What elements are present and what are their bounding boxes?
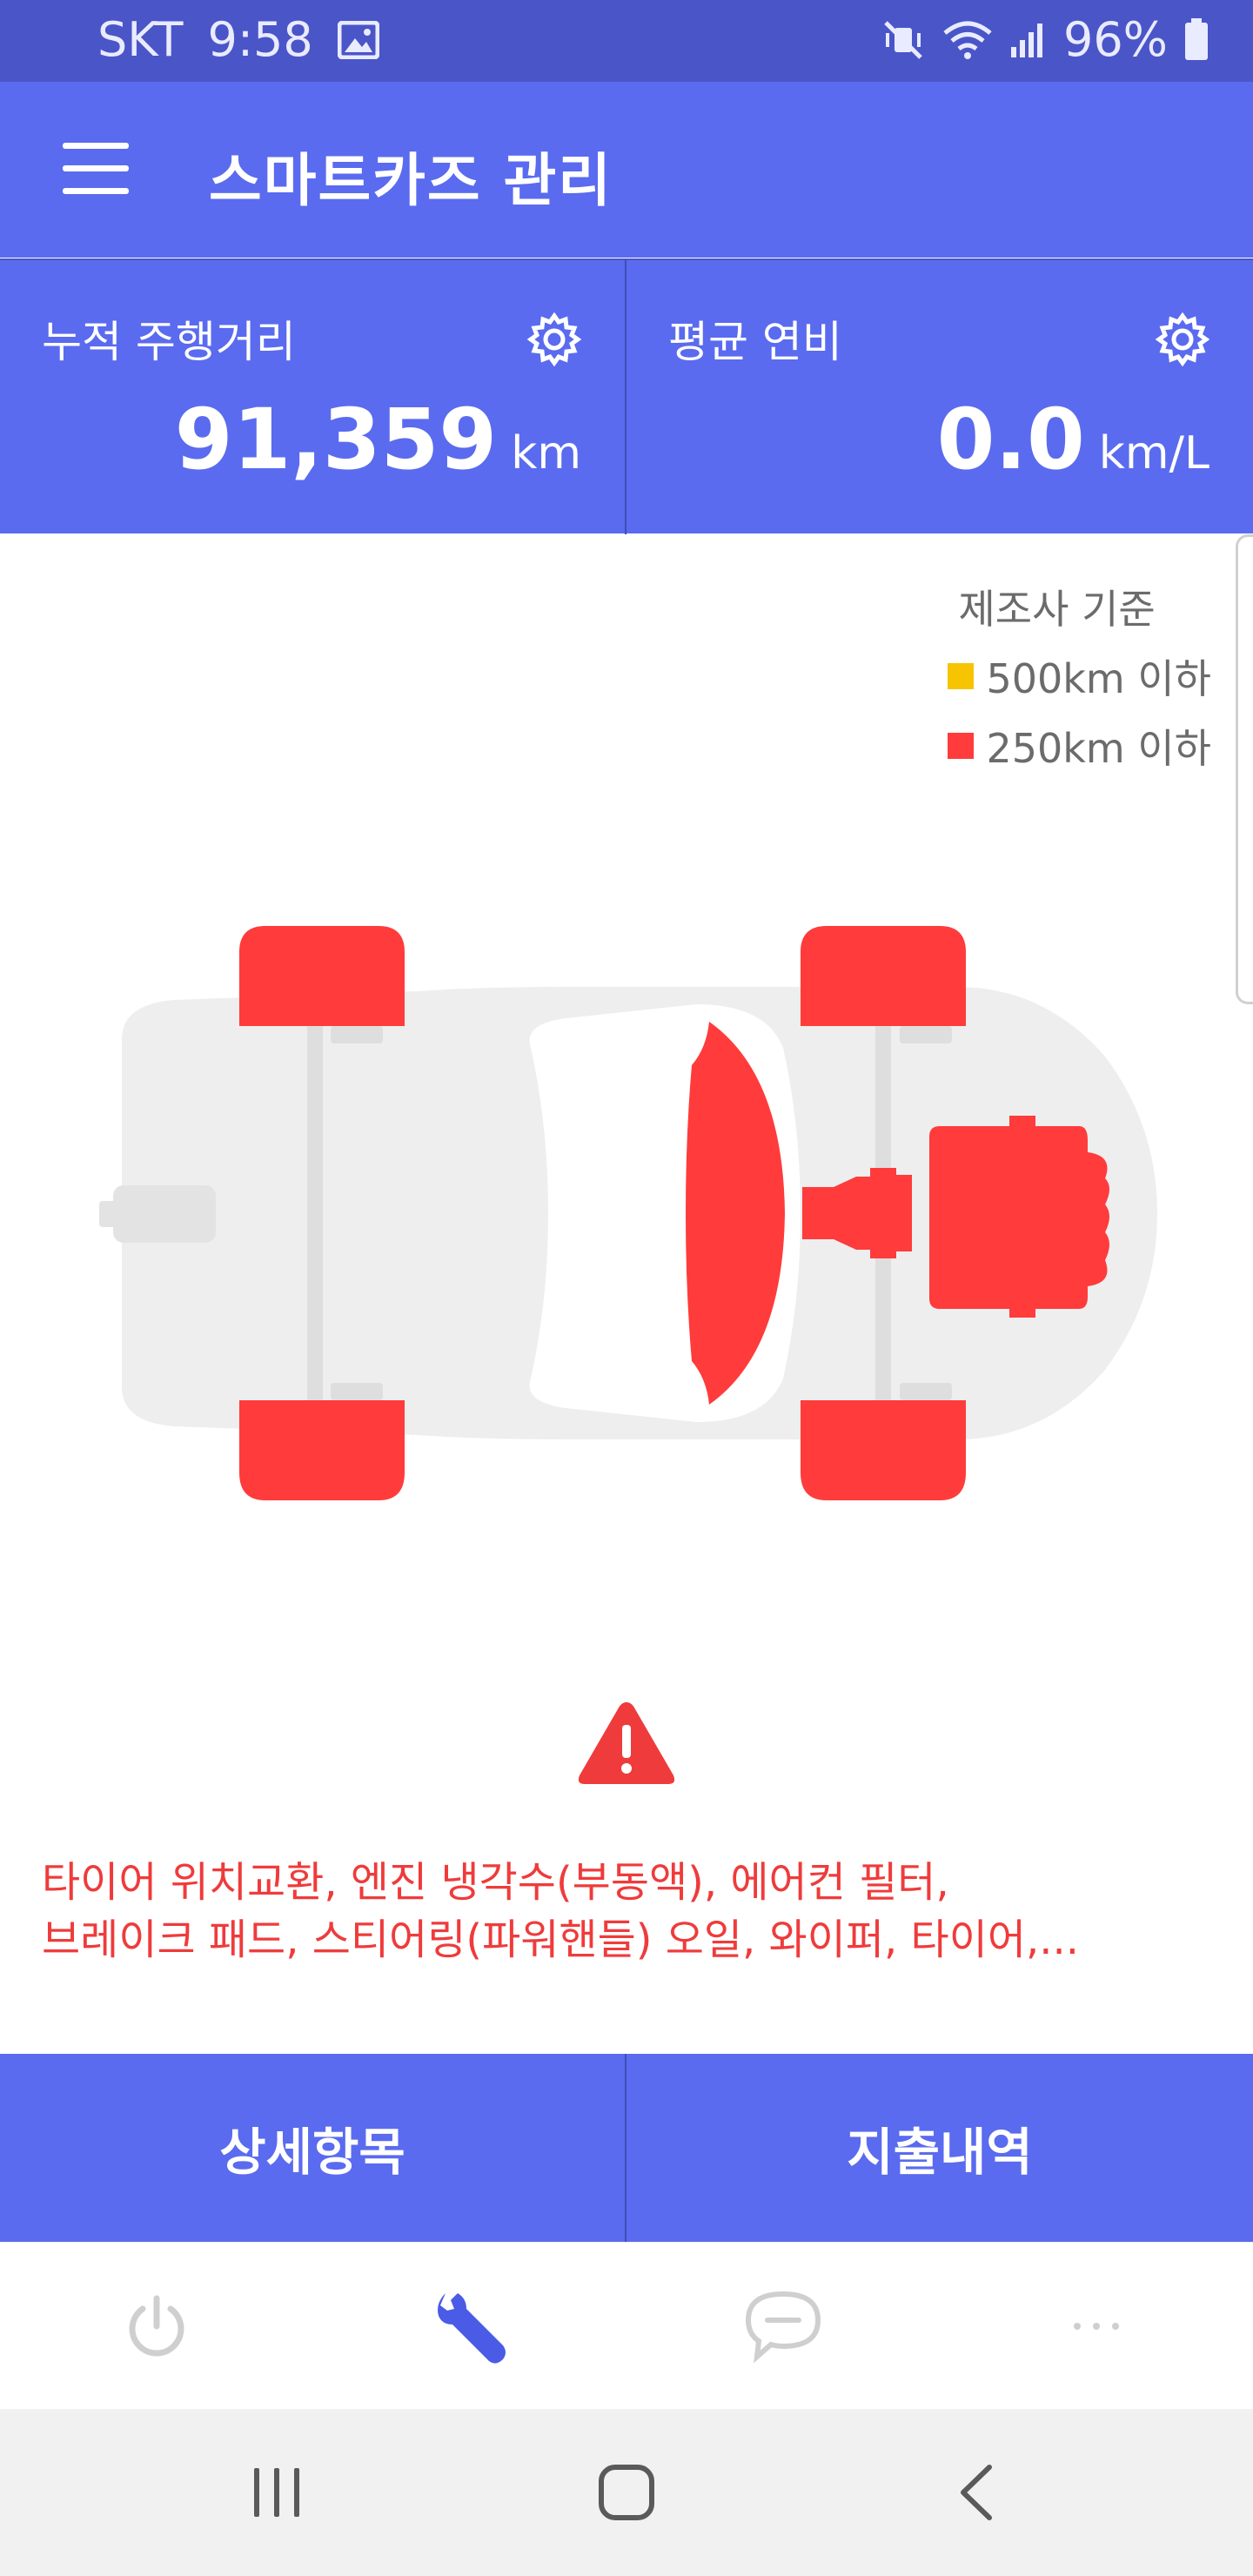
fuel-efficiency-card[interactable]: 평균 연비 0.0 km/L: [626, 260, 1253, 535]
suspension-part: [331, 1383, 383, 1400]
home-icon: [599, 2465, 654, 2520]
mileage-label: 누적 주행거리: [42, 317, 296, 367]
muffler-part: [113, 1185, 216, 1243]
power-icon: [129, 2295, 184, 2357]
recent-apps-icon: [254, 2468, 299, 2517]
nav-item-more[interactable]: [940, 2243, 1253, 2410]
home-button[interactable]: [539, 2409, 714, 2576]
app-root: SKT 9:58 96% 스마트카즈 관리 누적 주행거리 91,359 km …: [0, 0, 1253, 2576]
suspension-part: [331, 1026, 383, 1043]
fuel-efficiency-unit: km/L: [1098, 427, 1209, 480]
rear-axle: [307, 1009, 323, 1418]
mileage-value: 91,359: [174, 391, 498, 488]
gallery-icon: [337, 20, 379, 59]
car-top-view-diagram: [99, 926, 1157, 1500]
bottom-navigation: [0, 2242, 1253, 2409]
fuel-efficiency-value-group: 0.0 km/L: [937, 391, 1209, 488]
battery-icon: [1183, 17, 1209, 62]
status-right: 96%: [881, 12, 1209, 67]
mileage-settings-gear-icon[interactable]: [526, 312, 582, 367]
fuel-efficiency-value: 0.0: [936, 391, 1085, 488]
engine-part: [929, 1116, 1109, 1318]
legend-swatch-yellow: [948, 663, 975, 689]
front-right-tire: [801, 1400, 966, 1500]
recent-apps-button[interactable]: [190, 2409, 364, 2576]
back-icon: [961, 2465, 992, 2520]
page-title: 스마트카즈 관리: [209, 147, 613, 214]
status-left: SKT 9:58: [97, 12, 379, 67]
wrench-icon: [438, 2293, 506, 2364]
stats-panel: 누적 주행거리 91,359 km 평균 연비 0.0 km/L: [0, 258, 1253, 535]
legend-label: 500km 이하: [986, 655, 1211, 702]
suspension-part: [900, 1383, 952, 1400]
warning-line-1: 타이어 위치교환, 엔진 냉각수(부동액), 에어컨 필터,: [42, 1858, 949, 1907]
rear-left-tire: [239, 926, 405, 1026]
mileage-card[interactable]: 누적 주행거리 91,359 km: [0, 260, 626, 535]
mileage-unit: km: [511, 427, 581, 480]
battery-percent: 96%: [1062, 12, 1168, 67]
scroll-handle[interactable]: [1236, 534, 1253, 1004]
wifi-icon: [941, 19, 994, 61]
nav-item-maintenance[interactable]: [313, 2243, 626, 2410]
legend: 제조사 기준 500km 이하 250km 이하: [948, 578, 1211, 787]
expenses-button[interactable]: 지출내역: [626, 2054, 1253, 2242]
back-button[interactable]: [889, 2409, 1063, 2576]
rear-right-tire: [239, 1400, 405, 1500]
front-left-tire: [801, 926, 966, 1026]
legend-title: 제조사 기준: [958, 586, 1156, 633]
system-navigation-bar: [0, 2409, 1253, 2576]
fuel-settings-gear-icon[interactable]: [1155, 312, 1210, 367]
status-bar: SKT 9:58 96%: [0, 0, 1253, 82]
legend-label: 250km 이하: [986, 725, 1211, 772]
mileage-value-group: 91,359 km: [175, 391, 581, 488]
legend-item: 250km 이하: [948, 717, 1211, 775]
nav-item-power[interactable]: [0, 2243, 313, 2410]
clock: 9:58: [207, 12, 313, 67]
more-icon: [1074, 2323, 1119, 2330]
action-bar: 상세항목 지출내역: [0, 2054, 1253, 2242]
suspension-part: [900, 1026, 952, 1043]
car-status-area: 제조사 기준 500km 이하 250km 이하 타이어 위치교환, 엔진 냉각…: [0, 534, 1253, 2054]
warning-line-2: 브레이크 패드, 스티어링(파워핸들) 오일, 와이퍼, 타이어,...: [42, 1915, 1080, 1964]
details-button[interactable]: 상세항목: [0, 2054, 626, 2242]
vibrate-mute-icon: [881, 19, 926, 61]
carrier-label: SKT: [97, 12, 184, 67]
legend-swatch-red: [948, 733, 975, 759]
chat-icon: [745, 2291, 821, 2364]
nav-item-chat[interactable]: [626, 2243, 940, 2410]
app-bar: 스마트카즈 관리: [0, 82, 1253, 258]
warning-triangle-icon: [574, 1697, 679, 1789]
legend-item: 500km 이하: [948, 647, 1211, 705]
fuel-efficiency-label: 평균 연비: [668, 317, 842, 367]
signal-icon: [1009, 21, 1048, 59]
maintenance-warning-text: 타이어 위치교환, 엔진 냉각수(부동액), 에어컨 필터, 브레이크 패드, …: [42, 1854, 1208, 1969]
hamburger-menu-icon[interactable]: [63, 143, 132, 197]
